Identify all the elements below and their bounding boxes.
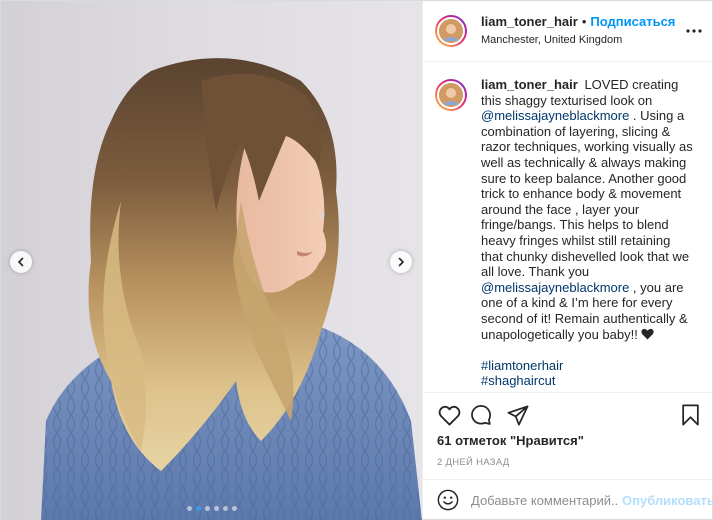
caption-part: . Using a combination of layering, slici…	[481, 108, 693, 280]
share-button[interactable]	[506, 403, 530, 427]
carousel-dot	[204, 506, 210, 511]
smiley-icon	[437, 489, 459, 511]
carousel-next-button[interactable]	[390, 251, 412, 273]
carousel-dot	[186, 506, 192, 511]
mention-link[interactable]: @melissajayneblackmore	[481, 108, 629, 123]
more-options-button[interactable]	[684, 21, 704, 41]
comment-icon	[471, 404, 492, 425]
carousel-dot	[222, 506, 228, 511]
post-side-panel: liam_toner_hair • Подписаться Manchester, …	[422, 1, 713, 519]
avatar[interactable]	[435, 15, 467, 47]
comment-button[interactable]	[469, 403, 493, 427]
likes-count[interactable]: 61 отметок "Нравится"	[437, 433, 584, 448]
carousel-dot	[231, 506, 237, 511]
carousel-dot	[213, 506, 219, 511]
carousel-prev-button[interactable]	[10, 251, 32, 273]
caption-section: liam_toner_hair LOVED creating this shag…	[423, 63, 713, 391]
instagram-post: liam_toner_hair • Подписаться Manchester, …	[0, 0, 713, 520]
caption-username-link[interactable]: liam_toner_hair	[481, 77, 578, 92]
save-button[interactable]	[678, 403, 702, 427]
paper-plane-icon	[507, 405, 529, 425]
bookmark-icon	[681, 404, 699, 426]
header-username-link[interactable]: liam_toner_hair	[481, 14, 578, 29]
black-heart-emoji-icon	[641, 328, 655, 339]
actions-section: 61 отметок "Нравится" 2 ДНЕЙ НАЗАД Опубл…	[423, 392, 713, 519]
post-photo[interactable]	[1, 1, 422, 520]
add-comment-row: Опубликовать	[423, 479, 713, 520]
location-link[interactable]: Manchester, United Kingdom	[481, 32, 675, 48]
hashtag-link[interactable]: #shaghaircut	[481, 373, 555, 388]
emoji-button[interactable]	[437, 488, 459, 512]
mention-link[interactable]: @melissajayneblackmore	[481, 280, 629, 295]
separator: •	[581, 14, 587, 29]
avatar-image	[439, 83, 463, 107]
post-header: liam_toner_hair • Подписаться Manchester, …	[423, 1, 713, 62]
publish-button[interactable]: Опубликовать	[622, 493, 713, 508]
heart-icon	[438, 405, 460, 425]
carousel-indicator	[1, 506, 422, 511]
follow-button[interactable]: Подписаться	[590, 14, 675, 29]
comment-input[interactable]	[471, 492, 619, 508]
hashtag-link[interactable]: #liamtonerhair	[481, 358, 563, 373]
chevron-right-icon	[398, 257, 405, 267]
portrait-image	[41, 58, 422, 520]
like-button[interactable]	[437, 403, 461, 427]
caption-avatar[interactable]	[435, 79, 467, 111]
caption-text: liam_toner_hair LOVED creating this shag…	[481, 77, 695, 391]
action-bar	[423, 393, 713, 433]
avatar-image	[439, 19, 463, 43]
more-horizontal-icon	[686, 29, 702, 33]
post-time[interactable]: 2 ДНЕЙ НАЗАД	[437, 457, 510, 468]
chevron-left-icon	[17, 257, 24, 267]
carousel-dot	[195, 506, 201, 511]
